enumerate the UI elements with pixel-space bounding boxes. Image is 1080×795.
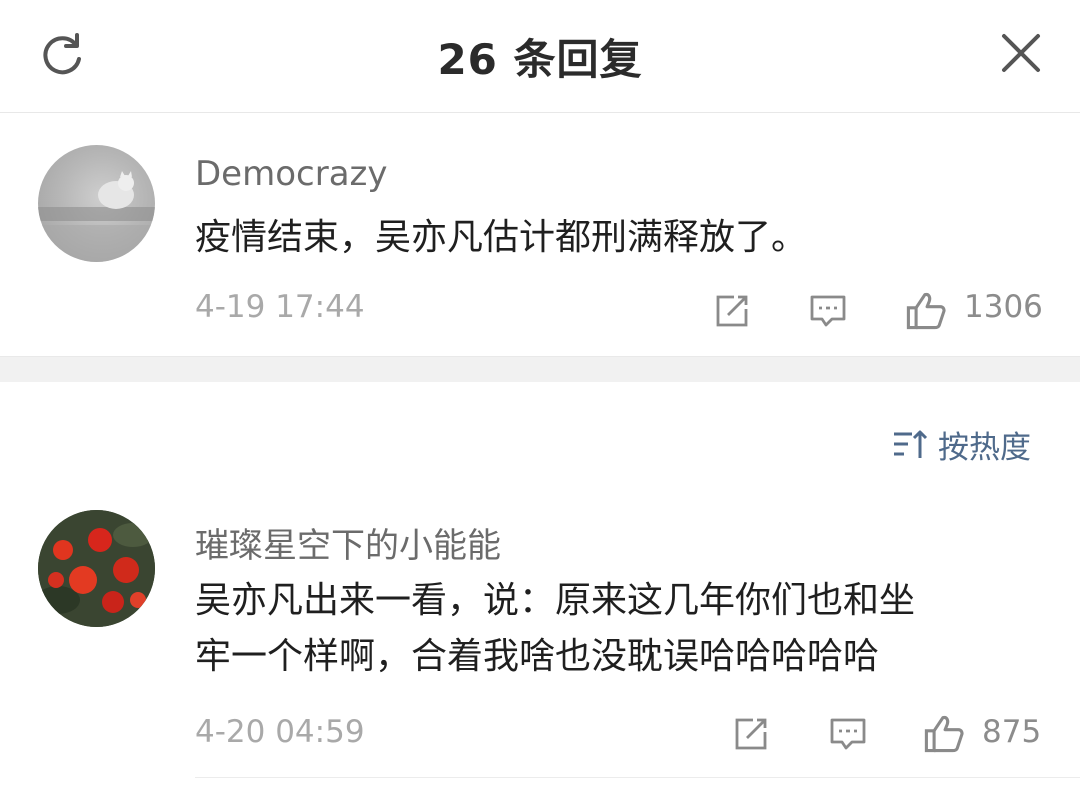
thumbs-up-icon[interactable] bbox=[922, 711, 966, 755]
username[interactable]: Democrazy bbox=[195, 154, 388, 194]
comment-text-line: 牢一个样啊，合着我啥也没耽误哈哈哈哈哈 bbox=[195, 636, 880, 677]
close-icon[interactable] bbox=[998, 30, 1044, 76]
comment-text-line: 吴亦凡出来一看，说：原来这几年你们也和坐 bbox=[195, 580, 916, 621]
sort-label: 按热度 bbox=[938, 429, 1031, 466]
sort-icon bbox=[894, 430, 928, 458]
thumbs-up-icon[interactable] bbox=[904, 288, 948, 332]
like-count: 1306 bbox=[964, 289, 1043, 325]
comment-text: 疫情结束，吴亦凡估计都刑满释放了。 bbox=[195, 217, 808, 258]
page-title: 26 条回复 bbox=[437, 35, 643, 84]
like-count: 875 bbox=[982, 714, 1042, 750]
avatar[interactable] bbox=[38, 145, 155, 262]
share-icon[interactable] bbox=[712, 291, 752, 331]
sort-toggle[interactable]: 按热度 bbox=[890, 424, 1031, 466]
reply-icon[interactable] bbox=[808, 291, 848, 331]
divider bbox=[195, 777, 1080, 778]
reply-icon[interactable] bbox=[828, 714, 868, 754]
comment-time: 4-19 17:44 bbox=[195, 289, 365, 325]
username[interactable]: 璀璨星空下的小能能 bbox=[195, 518, 501, 567]
avatar[interactable] bbox=[38, 510, 155, 627]
header: 26 条回复 bbox=[0, 0, 1080, 113]
comment-time: 4-20 04:59 bbox=[195, 714, 365, 750]
comment-text: 吴亦凡出来一看，说：原来这几年你们也和坐 牢一个样啊，合着我啥也没耽误哈哈哈哈哈 bbox=[195, 573, 1045, 685]
section-separator bbox=[0, 356, 1080, 382]
share-icon[interactable] bbox=[731, 714, 771, 754]
